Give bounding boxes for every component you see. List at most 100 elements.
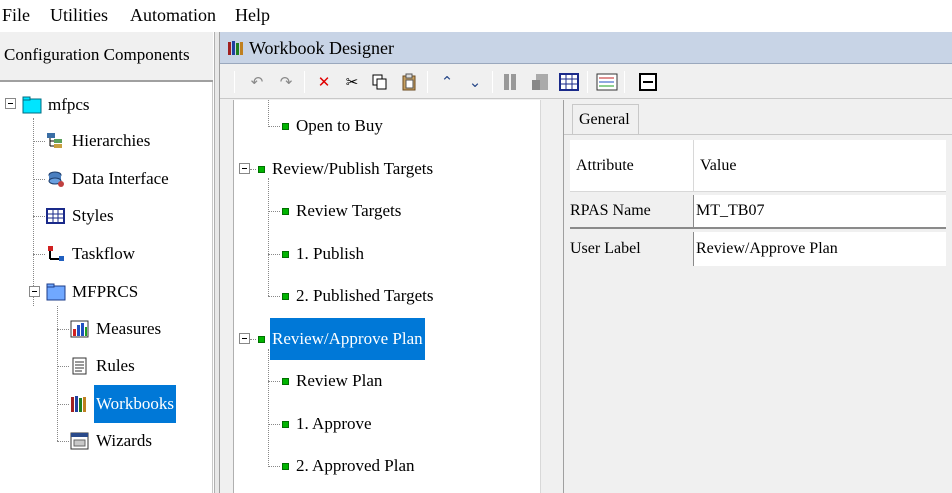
tree-item-published-targets[interactable]: 2. Published Targets <box>282 281 436 311</box>
tree-item-open-to-buy[interactable]: Open to Buy <box>282 111 385 141</box>
workbook-tree-scrollbar[interactable] <box>541 100 561 493</box>
cut-icon[interactable]: ✂ <box>340 70 364 94</box>
tree-item-review-publish-targets[interactable]: Review/Publish Targets <box>258 154 435 184</box>
node-icon <box>282 462 289 470</box>
value-cell[interactable]: Review/Approve Plan <box>694 232 946 266</box>
tree-item-label: Workbooks <box>94 385 176 423</box>
collapse-mfprcs-toggle[interactable] <box>29 286 40 297</box>
delete-icon[interactable]: ✕ <box>312 70 336 94</box>
tree-line <box>268 349 269 467</box>
node-icon <box>282 122 289 130</box>
tree-item-review-approve-plan[interactable]: Review/Approve Plan <box>258 318 425 360</box>
move-down-icon[interactable]: ⌄ <box>463 70 487 94</box>
tree-line <box>33 254 45 255</box>
tree-line <box>268 211 280 212</box>
workbooks-icon <box>70 395 90 413</box>
tree-item-review-plan[interactable]: Review Plan <box>282 366 384 396</box>
tree-item-label: Data Interface <box>72 169 169 188</box>
collapse-mfpcs-toggle[interactable] <box>5 98 16 109</box>
menu-automation[interactable]: Automation <box>130 5 216 26</box>
tree-item-rules[interactable]: Rules <box>70 353 137 379</box>
tree-item-approved-plan[interactable]: 2. Approved Plan <box>282 451 417 481</box>
tree-item-hierarchies[interactable]: Hierarchies <box>46 128 152 154</box>
node-icon <box>282 250 289 258</box>
tree-line <box>268 424 280 425</box>
tree-line <box>33 141 45 142</box>
tree-item-label: Review Targets <box>296 201 402 220</box>
tree-line <box>57 329 69 330</box>
tab-divider <box>564 134 952 135</box>
tree-line <box>57 366 69 367</box>
properties-icon[interactable] <box>595 70 619 94</box>
configuration-components-header: Configuration Components <box>0 32 213 82</box>
column-header-attribute[interactable]: Attribute <box>570 140 694 191</box>
rules-icon <box>70 357 90 375</box>
toolbar-separator <box>234 71 235 93</box>
layout-icon[interactable] <box>528 70 552 94</box>
tree-line <box>57 404 69 405</box>
paste-icon[interactable] <box>397 70 421 94</box>
tree-item-mfprcs[interactable]: MFPRCS <box>46 279 140 305</box>
tree-line <box>268 381 280 382</box>
styles-icon <box>46 207 66 225</box>
move-up-icon[interactable]: ⌃ <box>435 70 459 94</box>
tree-line <box>268 126 280 127</box>
tree-item-review-targets[interactable]: Review Targets <box>282 196 403 226</box>
collapse-review-publish-targets-toggle[interactable] <box>239 163 250 174</box>
tree-item-publish[interactable]: 1. Publish <box>282 239 366 269</box>
tree-line <box>57 441 69 442</box>
redo-icon[interactable]: ↷ <box>274 70 298 94</box>
value-cell[interactable]: MT_TB07 <box>694 195 946 227</box>
tree-item-label: Taskflow <box>72 244 136 263</box>
tree-item-mfpcs[interactable]: mfpcs <box>22 92 92 118</box>
copy-icon[interactable] <box>368 70 392 94</box>
tree-line <box>33 179 45 180</box>
tree-item-label: Review Plan <box>296 371 383 390</box>
tree-item-workbooks[interactable]: Workbooks <box>70 385 176 423</box>
tree-item-wizards[interactable]: Wizards <box>70 428 154 454</box>
designer-title: Workbook Designer <box>249 38 395 58</box>
collapse-icon[interactable] <box>636 70 660 94</box>
attribute-cell: User Label <box>570 232 694 266</box>
tree-line <box>250 169 256 170</box>
taskflow-icon <box>46 245 66 263</box>
tab-general[interactable]: General <box>572 104 639 134</box>
tree-item-approve[interactable]: 1. Approve <box>282 409 374 439</box>
folder-icon <box>22 96 42 114</box>
table-row[interactable]: RPAS Name MT_TB07 <box>570 195 946 229</box>
tree-item-taskflow[interactable]: Taskflow <box>46 241 137 267</box>
tree-line <box>57 306 58 441</box>
attribute-label: User Label <box>570 240 641 257</box>
menu-file[interactable]: File <box>2 5 30 26</box>
header-label: Value <box>700 156 737 174</box>
undo-icon[interactable]: ↶ <box>245 70 269 94</box>
tree-line <box>268 100 269 127</box>
tree-item-label: Rules <box>96 356 135 375</box>
column-header-value[interactable]: Value <box>694 140 946 191</box>
tree-item-label: Hierarchies <box>72 131 151 150</box>
grid-icon[interactable] <box>557 70 581 94</box>
node-icon <box>258 165 265 173</box>
menu-utilities[interactable]: Utilities <box>50 5 108 26</box>
value-text: MT_TB07 <box>696 202 765 219</box>
workbook-designer-window: Workbook Designer ↶ ↷ ✕ ✂ ⌃ ⌄ Open to Bu… <box>219 32 952 493</box>
menu-bar: File Utilities Automation Help <box>0 0 952 32</box>
tree-item-styles[interactable]: Styles <box>46 203 116 229</box>
node-icon <box>258 335 265 343</box>
collapse-review-approve-plan-toggle[interactable] <box>239 333 250 344</box>
tree-line <box>268 178 269 296</box>
attribute-table-header: Attribute Value <box>570 140 946 192</box>
tree-line <box>268 296 280 297</box>
node-icon <box>282 377 289 385</box>
tree-line <box>33 118 34 306</box>
tree-item-data-interface[interactable]: Data Interface <box>46 166 171 192</box>
hierarchies-icon <box>46 132 66 150</box>
table-row[interactable]: User Label Review/Approve Plan <box>570 232 946 266</box>
node-icon <box>282 420 289 428</box>
menu-help[interactable]: Help <box>235 5 270 26</box>
tree-item-label: Open to Buy <box>296 116 383 135</box>
tree-item-label: 2. Published Targets <box>296 286 434 305</box>
columns-icon[interactable] <box>499 70 523 94</box>
tree-item-measures[interactable]: Measures <box>70 316 163 342</box>
toolbar-separator <box>304 71 305 93</box>
